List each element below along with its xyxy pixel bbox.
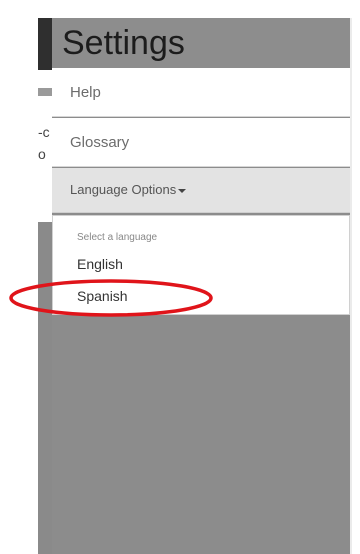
settings-title: Settings xyxy=(62,24,185,62)
caret-down-icon xyxy=(178,188,187,193)
menu-item-glossary[interactable]: Glossary xyxy=(52,118,350,167)
language-option-english[interactable]: English xyxy=(77,256,123,272)
menu-item-label: Glossary xyxy=(70,134,130,151)
language-options-toggle[interactable]: Language Options xyxy=(52,168,350,213)
language-option-spanish[interactable]: Spanish xyxy=(77,288,128,304)
settings-drawer: Settings Help Glossary Language Options … xyxy=(52,18,350,554)
background-text: -c xyxy=(38,124,50,140)
settings-title-bar: Settings xyxy=(52,18,350,68)
menu-item-help[interactable]: Help xyxy=(52,68,350,117)
language-dropdown-header: Select a language xyxy=(77,232,158,243)
menu-item-label: Help xyxy=(70,84,101,101)
menu-item-label: Language Options xyxy=(70,182,187,197)
background-text: o xyxy=(38,146,46,162)
language-dropdown: Select a language English Spanish xyxy=(52,215,350,315)
